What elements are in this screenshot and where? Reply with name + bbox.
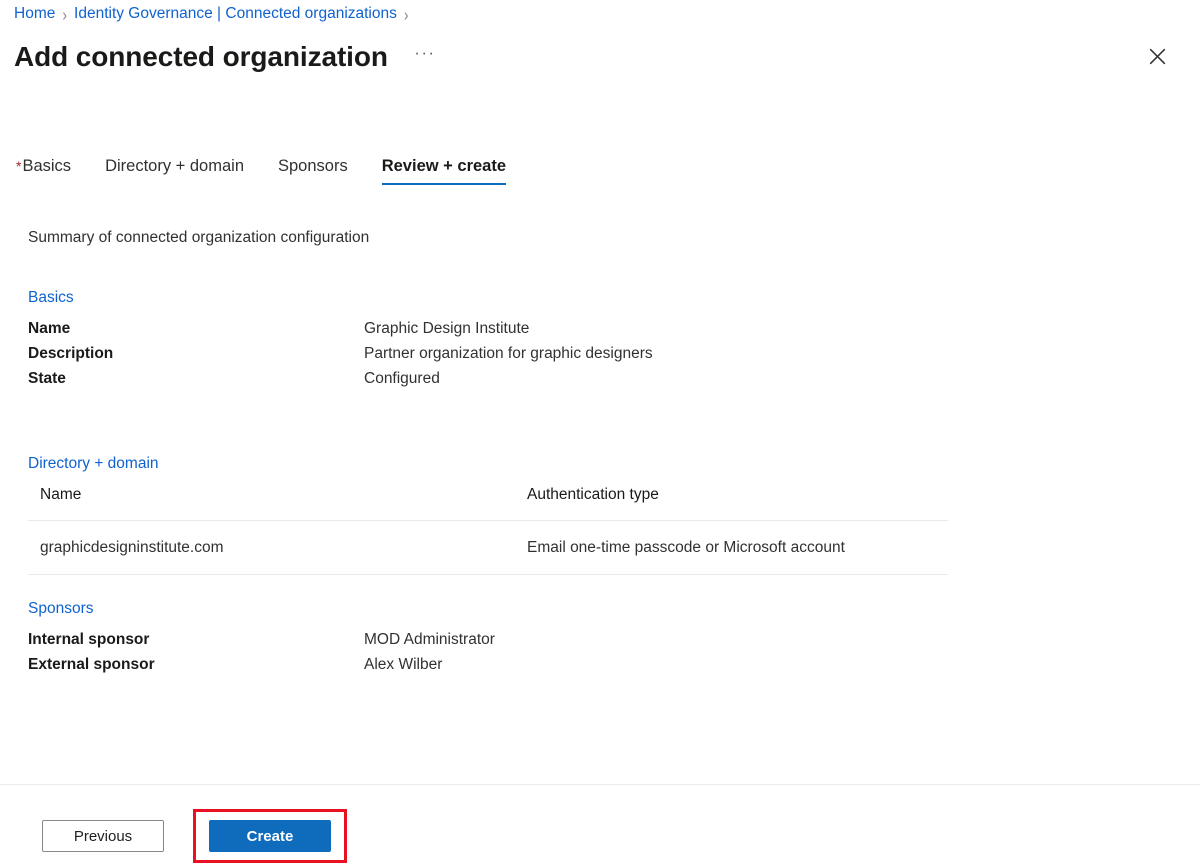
field-value-state: Configured (364, 370, 440, 387)
field-label-external-sponsor: External sponsor (28, 656, 155, 673)
table-row: graphicdesigninstitute.com Email one-tim… (28, 520, 948, 575)
section-directory-domain-title[interactable]: Directory + domain (28, 455, 159, 473)
section-basics-title[interactable]: Basics (28, 289, 74, 307)
list-item: Name Graphic Design Institute (28, 320, 653, 345)
tab-basics-label: Basics (22, 156, 72, 175)
breadcrumb-separator-icon: › (62, 4, 68, 24)
field-label-name: Name (28, 320, 71, 337)
field-value-internal-sponsor: MOD Administrator (364, 631, 495, 648)
close-icon (1149, 48, 1166, 65)
tab-directory-domain-label: Directory + domain (105, 156, 244, 175)
table-body: graphicdesigninstitute.com Email one-tim… (28, 520, 948, 575)
tab-review-create-label: Review + create (381, 156, 507, 175)
breadcrumb: Home › Identity Governance | Connected o… (14, 1, 416, 27)
tab-directory-domain[interactable]: Directory + domain (105, 156, 244, 186)
page-title: Add connected organization (14, 41, 388, 72)
cell-domain-name: graphicdesigninstitute.com (28, 520, 515, 575)
section-sponsors-title[interactable]: Sponsors (28, 600, 93, 618)
column-header-name: Name (28, 486, 515, 521)
table-header: Name Authentication type (28, 486, 948, 521)
field-value-external-sponsor: Alex Wilber (364, 656, 443, 673)
previous-button[interactable]: Previous (42, 820, 164, 852)
required-asterisk-icon: * (16, 157, 22, 174)
cell-authentication-type: Email one-time passcode or Microsoft acc… (515, 520, 948, 575)
list-item: Description Partner organization for gra… (28, 345, 653, 370)
breadcrumb-separator-icon-trailing: › (403, 4, 409, 24)
breadcrumb-item-identity-governance[interactable]: Identity Governance | Connected organiza… (74, 5, 397, 23)
breadcrumb-item-home[interactable]: Home (14, 5, 55, 23)
field-label-description: Description (28, 345, 114, 362)
review-create-content: Summary of connected organization config… (0, 215, 1200, 785)
field-value-description: Partner organization for graphic designe… (364, 345, 653, 362)
section-sponsors: Sponsors Internal sponsor MOD Administra… (28, 600, 495, 681)
section-basics: Basics Name Graphic Design Institute Des… (28, 289, 653, 395)
tab-sponsors[interactable]: Sponsors (278, 156, 348, 186)
tab-review-create[interactable]: Review + create (381, 156, 507, 186)
list-item: Internal sponsor MOD Administrator (28, 631, 495, 656)
create-button[interactable]: Create (209, 820, 331, 852)
field-label-state: State (28, 370, 66, 387)
page-header: Add connected organization ··· (14, 33, 1200, 81)
field-label-internal-sponsor: Internal sponsor (28, 631, 150, 648)
directory-domain-table: Name Authentication type graphicdesignin… (28, 486, 948, 575)
summary-description: Summary of connected organization config… (28, 229, 370, 246)
tab-basics[interactable]: *Basics (16, 156, 72, 186)
tab-sponsors-label: Sponsors (278, 156, 348, 175)
basics-summary-list: Name Graphic Design Institute Descriptio… (28, 320, 653, 395)
wizard-tabs: *Basics Directory + domain Sponsors Revi… (16, 145, 540, 185)
list-item: State Configured (28, 370, 653, 395)
sponsors-summary-list: Internal sponsor MOD Administrator Exter… (28, 631, 495, 681)
field-value-name: Graphic Design Institute (364, 320, 530, 337)
column-header-authentication-type: Authentication type (515, 486, 948, 521)
more-options-icon[interactable]: ··· (410, 42, 440, 72)
close-button[interactable] (1142, 41, 1172, 71)
wizard-footer: Previous Create (0, 784, 1200, 863)
list-item: External sponsor Alex Wilber (28, 656, 495, 681)
table-header-row: Name Authentication type (28, 486, 948, 521)
section-directory-domain: Directory + domain Name Authentication t… (28, 455, 948, 575)
